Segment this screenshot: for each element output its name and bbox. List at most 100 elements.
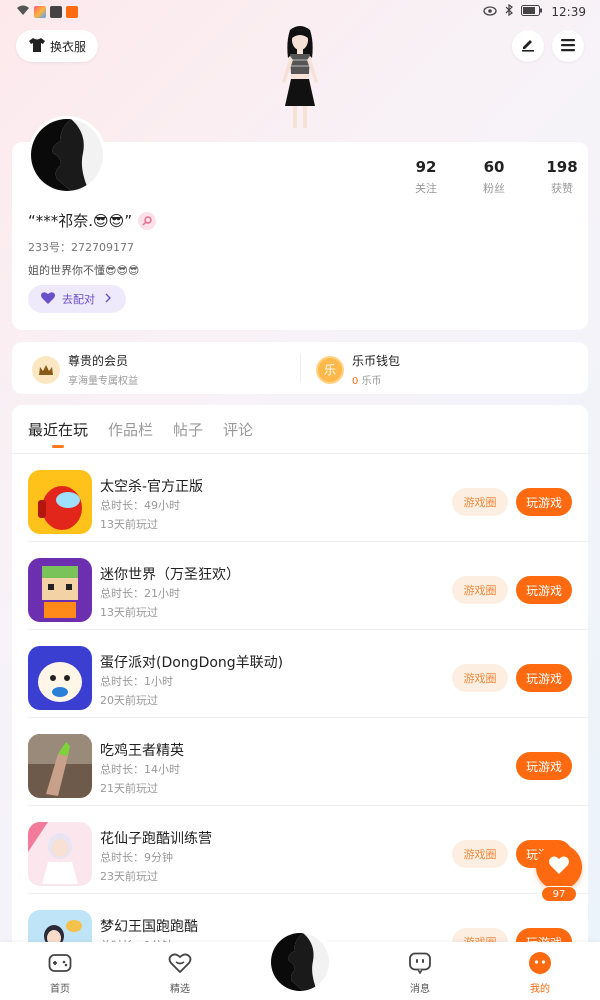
game-circle-button[interactable]: 游戏圈 (452, 664, 508, 692)
tab-works[interactable]: 作品栏 (108, 419, 153, 440)
search-icon[interactable] (138, 211, 157, 230)
pen-icon (520, 36, 536, 56)
tab-indicator (52, 445, 64, 448)
games-card: 最近在玩 作品栏 帖子 评论 太空杀-官方正版 总时长：49小时 13天前玩过 … (12, 405, 588, 965)
heart-icon (40, 291, 56, 308)
stat-label: 获赞 (551, 182, 573, 195)
heart-outline-icon (167, 950, 193, 976)
play-game-button[interactable]: 玩游戏 (516, 576, 572, 604)
game-name: 蛋仔派对(DongDong羊联动) (100, 655, 284, 671)
tab-comments[interactable]: 评论 (223, 419, 253, 440)
stat-fans[interactable]: 60 粉丝 (460, 158, 528, 196)
nav-label: 精选 (170, 984, 190, 995)
nickname: “***祁奈.😎😎” (28, 212, 133, 230)
gamepad-icon (47, 950, 73, 976)
game-icon (28, 822, 92, 886)
nav-featured[interactable]: 精选 (150, 950, 210, 995)
game-row[interactable]: 蛋仔派对(DongDong羊联动) 总时长：1小时 20天前玩过 游戏圈 玩游戏 (12, 630, 588, 718)
nav-label: 首页 (50, 984, 70, 995)
pair-button[interactable]: 去配对 (28, 285, 126, 313)
game-name: 吃鸡王者精英 (100, 743, 184, 759)
wallet-title: 乐币钱包 (352, 354, 401, 368)
game-row[interactable]: 吃鸡王者精英 总时长：14小时 21天前玩过 玩游戏 (12, 718, 588, 806)
crown-icon (32, 355, 60, 384)
game-row[interactable]: 太空杀-官方正版 总时长：49小时 13天前玩过 游戏圈 玩游戏 (12, 454, 588, 542)
game-duration: 总时长：9分钟 (100, 851, 173, 864)
menu-icon (560, 37, 576, 56)
message-icon (407, 950, 433, 976)
change-outfit-label: 换衣服 (49, 39, 86, 54)
shirt-icon (28, 37, 46, 56)
nav-center-avatar[interactable] (266, 928, 334, 996)
wallet-balance: 0 乐币 (352, 372, 400, 387)
stat-number: 198 (546, 158, 578, 176)
stat-number: 92 (415, 158, 437, 176)
nickname-row: “***祁奈.😎😎” (28, 210, 157, 231)
battery-icon (521, 4, 543, 19)
profile-avatar[interactable] (28, 116, 106, 194)
game-last-played: 21天前玩过 (100, 782, 158, 795)
play-game-button[interactable]: 玩游戏 (516, 488, 572, 516)
eye-icon (483, 5, 498, 19)
game-row[interactable]: 花仙子跑酷训练营 总时长：9分钟 23天前玩过 游戏圈 玩游戏 (12, 806, 588, 894)
game-circle-button[interactable]: 游戏圈 (452, 576, 508, 604)
stat-likes[interactable]: 198 获赞 (528, 158, 596, 196)
change-outfit-button[interactable]: 换衣服 (16, 30, 98, 62)
game-duration: 总时长：21小时 (100, 587, 180, 600)
stat-label: 粉丝 (483, 182, 505, 195)
play-game-button[interactable]: 玩游戏 (516, 664, 572, 692)
game-name: 太空杀-官方正版 (100, 479, 204, 495)
wallet-entry[interactable]: 乐 乐币钱包 0 乐币 (316, 352, 400, 387)
play-game-button[interactable]: 玩游戏 (516, 752, 572, 780)
game-last-played: 23天前玩过 (100, 870, 158, 883)
game-row[interactable]: 迷你世界（万圣狂欢） 总时长：21小时 13天前玩过 游戏圈 玩游戏 (12, 542, 588, 630)
profile-face-icon (527, 950, 553, 976)
nav-label: 消息 (410, 984, 430, 995)
wifi-icon (16, 4, 30, 19)
game-name: 迷你世界（万圣狂欢） (100, 567, 240, 583)
game-duration: 总时长：14小时 (100, 763, 180, 776)
user-bio: 姐的世界你不懂😎😎😎 (28, 264, 140, 277)
game-duration: 总时长：1小时 (100, 675, 173, 688)
floating-like-button[interactable] (536, 844, 582, 890)
game-icon (28, 558, 92, 622)
download-icon (66, 5, 78, 18)
clock: 12:39 (551, 4, 586, 19)
menu-button[interactable] (552, 30, 584, 62)
vip-member-title: 尊贵的会员 (68, 354, 129, 368)
divider (300, 354, 301, 382)
game-circle-button[interactable]: 游戏圈 (452, 840, 508, 868)
game-last-played: 13天前玩过 (100, 606, 158, 619)
tab-posts[interactable]: 帖子 (173, 419, 203, 440)
tab-recent[interactable]: 最近在玩 (28, 419, 88, 440)
app-notification-icon (34, 5, 46, 18)
game-name: 花仙子跑酷训练营 (100, 831, 212, 847)
game-circle-button[interactable]: 游戏圈 (452, 488, 508, 516)
game-icon (28, 646, 92, 710)
status-bar: 12:39 (0, 0, 600, 24)
avatar-figure[interactable] (262, 24, 338, 130)
wallet-amount: 0 (352, 376, 359, 387)
heart-icon (548, 855, 570, 879)
like-count-badge: 97 (541, 886, 577, 902)
coin-icon: 乐 (316, 355, 344, 384)
profile-stats: 92 关注 60 粉丝 198 获赞 (392, 158, 596, 196)
bluetooth-icon (505, 3, 514, 19)
tab-bar: 最近在玩 作品栏 帖子 评论 (28, 419, 253, 440)
vip-member-subtitle: 享海量专属权益 (68, 376, 138, 387)
nav-home[interactable]: 首页 (30, 950, 90, 995)
game-last-played: 20天前玩过 (100, 694, 158, 707)
stat-number: 60 (483, 158, 505, 176)
wallet-unit: 乐币 (361, 376, 382, 387)
game-icon (28, 734, 92, 798)
edit-profile-button[interactable] (512, 30, 544, 62)
stat-label: 关注 (415, 182, 437, 195)
nav-label: 我的 (530, 984, 550, 995)
nav-messages[interactable]: 消息 (390, 950, 450, 995)
nav-mine[interactable]: 我的 (510, 950, 570, 995)
avatar (271, 933, 329, 991)
vip-member-entry[interactable]: 尊贵的会员 享海量专属权益 (32, 352, 138, 387)
game-last-played: 13天前玩过 (100, 518, 158, 531)
stat-following[interactable]: 92 关注 (392, 158, 460, 196)
game-duration: 总时长：49小时 (100, 499, 180, 512)
